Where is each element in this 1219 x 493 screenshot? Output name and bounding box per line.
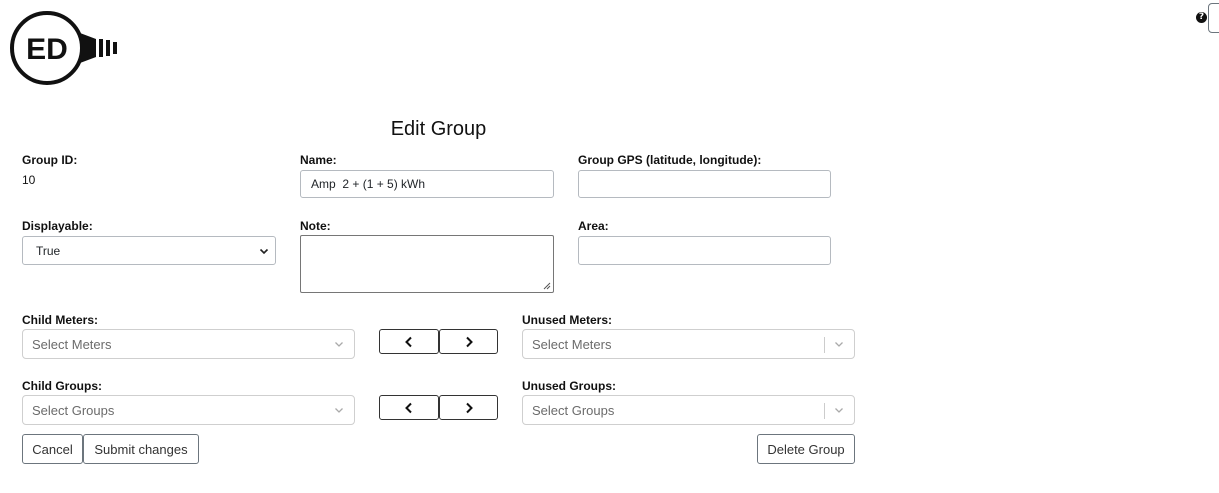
displayable-select[interactable]: True [22, 236, 276, 265]
child-meters-label: Child Meters: [22, 313, 99, 327]
unused-groups-label: Unused Groups: [522, 379, 617, 393]
unused-meters-select[interactable]: Select Meters [522, 329, 855, 359]
indicator-separator [824, 337, 825, 353]
chevron-left-icon [405, 336, 412, 347]
name-input-value: Amp 2 + (1 + 5) kWh [311, 177, 426, 191]
chevron-right-icon [465, 402, 473, 413]
chevron-down-icon [835, 342, 843, 347]
note-textarea[interactable] [300, 235, 554, 293]
child-meters-placeholder: Select Meters [32, 336, 112, 352]
chevron-left-icon [405, 402, 412, 413]
child-meters-select[interactable]: Select Meters [22, 329, 355, 359]
chevron-down-icon [335, 342, 343, 347]
name-label: Name: [300, 153, 337, 167]
resize-grip-icon[interactable] [542, 281, 551, 290]
unused-groups-select[interactable]: Select Groups [522, 395, 855, 425]
unused-meters-placeholder: Select Meters [532, 336, 612, 352]
menu-button[interactable] [1208, 3, 1219, 33]
displayable-select-value: True [36, 243, 61, 258]
cancel-button[interactable]: Cancel [22, 434, 83, 464]
indicator-separator [824, 403, 825, 419]
group-id-label: Group ID: [22, 153, 78, 167]
gps-input[interactable] [578, 170, 831, 198]
name-input[interactable]: Amp 2 + (1 + 5) kWh [300, 170, 554, 198]
move-right-meters-button[interactable] [439, 329, 498, 354]
app-logo[interactable]: ED [10, 11, 120, 85]
logo-text: ED [26, 33, 68, 66]
unused-groups-placeholder: Select Groups [532, 402, 615, 418]
page-title: Edit Group [390, 118, 487, 140]
unused-meters-label: Unused Meters: [522, 313, 613, 327]
area-input[interactable] [578, 236, 831, 265]
child-groups-select[interactable]: Select Groups [22, 395, 355, 425]
chevron-right-icon [465, 336, 473, 347]
child-groups-label: Child Groups: [22, 379, 102, 393]
chevron-down-icon [335, 408, 343, 413]
chevron-down-icon [259, 248, 269, 254]
displayable-label: Displayable: [22, 219, 93, 233]
delete-group-button[interactable]: Delete Group [757, 434, 855, 464]
note-label: Note: [300, 219, 331, 233]
child-groups-placeholder: Select Groups [32, 402, 115, 418]
group-id-value: 10 [22, 173, 36, 187]
submit-changes-button[interactable]: Submit changes [83, 434, 199, 464]
chevron-down-icon [835, 408, 843, 413]
move-left-groups-button[interactable] [379, 395, 439, 420]
help-icon[interactable]: ? [1196, 12, 1207, 23]
move-left-meters-button[interactable] [379, 329, 439, 354]
gps-label: Group GPS (latitude, longitude): [578, 153, 762, 167]
move-right-groups-button[interactable] [439, 395, 498, 420]
area-label: Area: [578, 219, 609, 233]
